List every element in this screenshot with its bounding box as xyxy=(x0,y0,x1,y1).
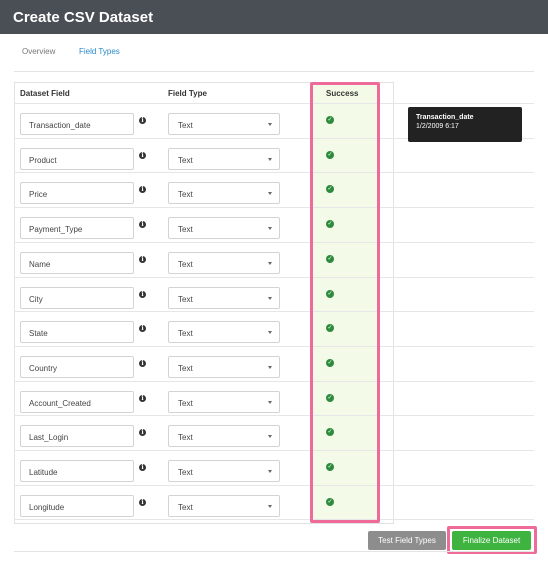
field-type-value: Text xyxy=(178,433,193,442)
info-icon[interactable]: i xyxy=(139,256,146,263)
chevron-down-icon xyxy=(268,505,272,508)
tab-overview[interactable]: Overview xyxy=(22,47,55,56)
info-icon[interactable]: i xyxy=(139,360,146,367)
row-divider xyxy=(14,103,534,104)
field-type-select[interactable]: Text xyxy=(168,182,280,204)
field-type-select[interactable]: Text xyxy=(168,287,280,309)
chevron-down-icon xyxy=(268,227,272,230)
row-divider xyxy=(14,519,534,520)
field-type-value: Text xyxy=(178,121,193,130)
chevron-down-icon xyxy=(268,401,272,404)
row-divider xyxy=(14,381,534,382)
success-column xyxy=(313,84,377,522)
value-tooltip: Transaction_date 1/2/2009 6:17 xyxy=(408,107,522,142)
row-divider xyxy=(14,450,534,451)
field-type-value: Text xyxy=(178,156,193,165)
dataset-field-input[interactable]: Last_Login xyxy=(20,425,134,447)
row-divider xyxy=(14,172,534,173)
footer-divider xyxy=(14,551,534,552)
field-type-select[interactable]: Text xyxy=(168,148,280,170)
dataset-field-input[interactable]: Longitude xyxy=(20,495,134,517)
dataset-field-input[interactable]: State xyxy=(20,321,134,343)
field-type-value: Text xyxy=(178,190,193,199)
dataset-field-input[interactable]: Country xyxy=(20,356,134,378)
row-divider xyxy=(14,415,534,416)
field-type-value: Text xyxy=(178,364,193,373)
header-success: Success xyxy=(326,89,359,98)
info-icon[interactable]: i xyxy=(139,291,146,298)
row-divider xyxy=(14,346,534,347)
field-type-select[interactable]: Text xyxy=(168,217,280,239)
row-divider xyxy=(14,311,534,312)
info-icon[interactable]: i xyxy=(139,429,146,436)
info-icon[interactable]: i xyxy=(139,152,146,159)
field-type-select[interactable]: Text xyxy=(168,252,280,274)
dataset-field-input[interactable]: Product xyxy=(20,148,134,170)
info-icon[interactable]: i xyxy=(139,499,146,506)
check-circle-icon: ✓ xyxy=(326,324,334,332)
chevron-down-icon xyxy=(268,192,272,195)
check-circle-icon: ✓ xyxy=(326,116,334,124)
info-icon[interactable]: i xyxy=(139,464,146,471)
dataset-field-input[interactable]: Transaction_date xyxy=(20,113,134,135)
info-icon[interactable]: i xyxy=(139,395,146,402)
dataset-field-input[interactable]: Price xyxy=(20,182,134,204)
chevron-down-icon xyxy=(268,435,272,438)
finalize-dataset-button[interactable]: Finalize Dataset xyxy=(452,531,531,550)
dataset-field-input[interactable]: Payment_Type xyxy=(20,217,134,239)
field-type-select[interactable]: Text xyxy=(168,356,280,378)
dataset-field-input[interactable]: Latitude xyxy=(20,460,134,482)
info-icon[interactable]: i xyxy=(139,325,146,332)
field-type-value: Text xyxy=(178,329,193,338)
field-type-value: Text xyxy=(178,468,193,477)
field-type-value: Text xyxy=(178,260,193,269)
field-type-value: Text xyxy=(178,295,193,304)
check-circle-icon: ✓ xyxy=(326,463,334,471)
check-circle-icon: ✓ xyxy=(326,428,334,436)
dataset-field-input[interactable]: Account_Created xyxy=(20,391,134,413)
row-divider xyxy=(14,207,534,208)
field-type-select[interactable]: Text xyxy=(168,113,280,135)
tab-field-types[interactable]: Field Types xyxy=(79,47,120,56)
info-icon[interactable]: i xyxy=(139,221,146,228)
field-type-value: Text xyxy=(178,399,193,408)
field-type-select[interactable]: Text xyxy=(168,321,280,343)
tooltip-title: Transaction_date xyxy=(416,114,474,121)
check-circle-icon: ✓ xyxy=(326,498,334,506)
tab-bar: Overview Field Types xyxy=(0,34,548,72)
check-circle-icon: ✓ xyxy=(326,185,334,193)
check-circle-icon: ✓ xyxy=(326,290,334,298)
dataset-field-input[interactable]: City xyxy=(20,287,134,309)
header-field-type: Field Type xyxy=(168,89,207,98)
field-type-select[interactable]: Text xyxy=(168,391,280,413)
row-divider xyxy=(14,485,534,486)
chevron-down-icon xyxy=(268,297,272,300)
window-title: Create CSV Dataset xyxy=(0,0,548,34)
row-divider xyxy=(14,242,534,243)
tabs-divider xyxy=(14,71,534,72)
chevron-down-icon xyxy=(268,470,272,473)
row-divider xyxy=(14,277,534,278)
tooltip-value: 1/2/2009 6:17 xyxy=(416,123,459,130)
info-icon[interactable]: i xyxy=(139,186,146,193)
check-circle-icon: ✓ xyxy=(326,220,334,228)
check-circle-icon: ✓ xyxy=(326,151,334,159)
chevron-down-icon xyxy=(268,262,272,265)
chevron-down-icon xyxy=(268,331,272,334)
check-circle-icon: ✓ xyxy=(326,394,334,402)
chevron-down-icon xyxy=(268,123,272,126)
check-circle-icon: ✓ xyxy=(326,359,334,367)
field-type-value: Text xyxy=(178,225,193,234)
chevron-down-icon xyxy=(268,158,272,161)
chevron-down-icon xyxy=(268,366,272,369)
header-dataset-field: Dataset Field xyxy=(20,89,70,98)
dataset-field-input[interactable]: Name xyxy=(20,252,134,274)
check-circle-icon: ✓ xyxy=(326,255,334,263)
field-type-select[interactable]: Text xyxy=(168,495,280,517)
field-type-select[interactable]: Text xyxy=(168,460,280,482)
field-type-select[interactable]: Text xyxy=(168,425,280,447)
field-type-value: Text xyxy=(178,503,193,512)
info-icon[interactable]: i xyxy=(139,117,146,124)
test-field-types-button[interactable]: Test Field Types xyxy=(368,531,446,550)
